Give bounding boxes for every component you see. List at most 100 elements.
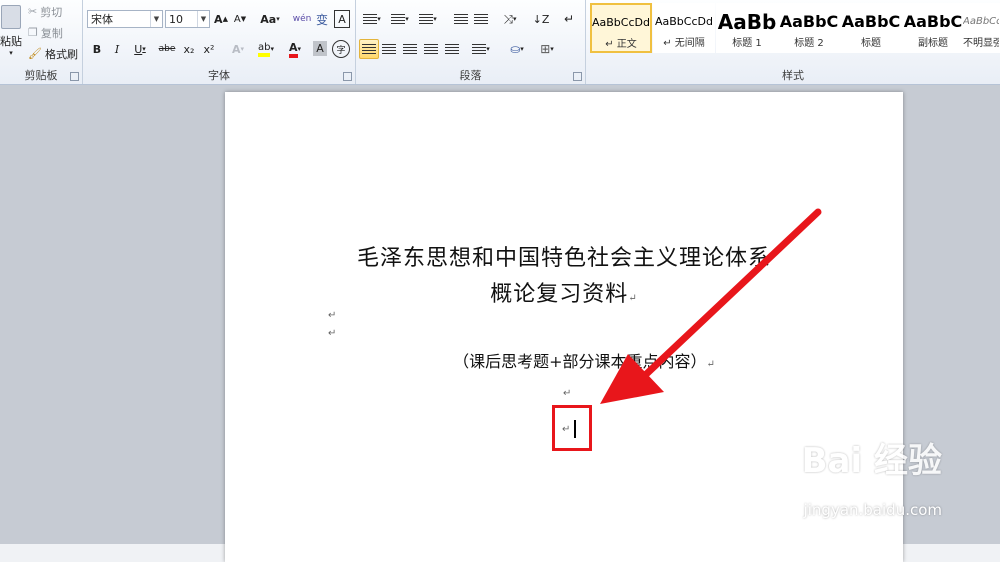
format-painter-label: 格式刷 [44,47,78,61]
style-subtitle[interactable]: AaBbC 副标题 [902,3,964,53]
style-sample: AaBbC [903,12,963,31]
style-name: 不明显强 [963,38,999,49]
paragraph-mark: ↵ [563,388,572,399]
sort-icon: ↓Z [532,12,550,26]
decrease-indent-icon [454,13,468,25]
copy-icon: ❐ [28,26,38,39]
underline-button[interactable]: U ▾ [129,40,151,58]
style-heading-2[interactable]: AaBbC 标题 2 [778,3,840,53]
multilevel-list-icon [419,13,434,25]
numbering-button[interactable]: ▾ [388,10,412,28]
style-name: 标题 [861,38,881,49]
style-sample: AaBbC [779,12,839,31]
font-group-label: 字体 [208,69,230,82]
style-subtle-emphasis[interactable]: AaBbCcDd 不明显强 [962,3,1000,53]
bold-button[interactable]: B [89,40,105,58]
char-shading-label: A [316,42,324,55]
change-case-button[interactable]: Aa ▾ [259,10,281,28]
line-spacing-icon [472,43,487,55]
paragraph-mark: ↵ [562,424,571,435]
align-right-icon [403,43,417,55]
styles-group-label: 样式 [782,69,804,82]
copy-button[interactable]: ❐ 复制 [28,24,63,41]
shrink-font-button[interactable]: A ▼ [233,10,247,28]
char-border-button[interactable]: A [334,10,350,28]
chevron-down-icon: ▼ [197,11,209,27]
style-sample: AaBbCcDd [963,16,999,27]
underline-label: U [134,42,143,56]
style-no-spacing[interactable]: AaBbCcDd ↵ 无间隔 [653,3,715,53]
line-spacing-button[interactable]: ▾ [468,40,494,58]
ribbon: 粘贴 ▾ ✂ 剪切 ❐ 复制 🖌 格式刷 剪贴板 宋体 ▼ 10 ▼ A ▲ A ▼… [0,0,1000,85]
style-heading-1[interactable]: AaBb 标题 1 [716,3,778,53]
shading-button[interactable]: ⛀ ▾ [504,40,530,58]
format-painter-button[interactable]: 🖌 格式刷 [28,45,78,62]
style-title[interactable]: AaBbC 标题 [840,3,902,53]
bold-label: B [92,42,102,56]
style-normal[interactable]: AaBbCcDd ↵ 正文 [590,3,652,53]
paragraph-group-label: 段落 [459,69,482,82]
paragraph-group: ▾ ▾ ▾ ⤨ ▾ ↓Z ↵ ▾ ⛀ ▾ ⊞ ▾ 段落 [356,0,586,84]
style-name: ↵ 无间隔 [663,38,705,49]
pilcrow-icon: ↵ [563,12,575,26]
watermark-url: jingyan.baidu.com [803,501,942,519]
paragraph-mark: ↵ [706,359,715,370]
sort-button[interactable]: ↓Z [532,10,550,28]
copy-label: 复制 [40,26,63,40]
char-border-label: A [338,12,346,26]
chinese-layout-icon: ⤨ [503,11,514,26]
subscript-button[interactable]: x₂ [181,40,197,58]
numbered-list-icon [391,13,406,25]
grow-font-button[interactable]: A ▲ [214,10,228,28]
highlight-button[interactable]: ab ▾ [253,40,279,58]
chinese-layout-button[interactable]: ⤨ ▾ [498,10,522,28]
bullets-button[interactable]: ▾ [360,10,384,28]
align-right-button[interactable] [401,40,419,58]
paint-bucket-icon: ⛀ [510,42,521,56]
doc-subtitle-text: （课后思考题+部分课本重点内容） [453,352,707,371]
distributed-icon [445,43,459,55]
multilevel-list-button[interactable]: ▾ [416,10,440,28]
font-color-button[interactable]: A ▾ [283,40,307,58]
baidu-watermark-logo: Bai 经验 [802,433,942,482]
decrease-indent-button[interactable] [452,10,470,28]
document-workspace: 毛泽东思想和中国特色社会主义理论体系 概论复习资料↵ ↵ ↵ （课后思考题+部分… [0,85,1000,562]
font-name-select[interactable]: 宋体 ▼ [87,10,163,28]
font-color-label: A [288,41,298,58]
style-sample: AaBbCcDd [592,16,650,29]
text-cursor [574,420,576,438]
distributed-button[interactable] [443,40,461,58]
align-left-button[interactable] [359,39,379,59]
enclose-char-button[interactable]: 字 [332,40,350,58]
cut-label: 剪切 [40,5,63,19]
scissors-icon: ✂ [28,5,38,18]
text-effect-button[interactable]: A ▾ [227,40,249,58]
pinyin-guide-button[interactable]: 变 [313,9,331,29]
clear-format-label: wén [292,14,312,24]
font-size-select[interactable]: 10 ▼ [165,10,210,28]
clear-format-button[interactable]: wén [292,9,312,29]
pinyin-guide-label: 变 [315,12,328,27]
cut-button[interactable]: ✂ 剪切 [28,3,62,20]
borders-button[interactable]: ⊞ ▾ [534,40,560,58]
document-page[interactable]: 毛泽东思想和中国特色社会主义理论体系 概论复习资料↵ ↵ ↵ （课后思考题+部分… [225,92,903,562]
font-dialog-launcher[interactable] [343,72,352,81]
char-shading-button[interactable]: A [313,41,327,56]
increase-indent-icon [474,13,488,25]
enclose-char-label: 字 [336,45,346,56]
paste-button[interactable]: 粘贴 ▾ [0,2,22,60]
superscript-button[interactable]: x² [201,40,217,58]
chevron-down-icon: ▼ [150,11,162,27]
paragraph-dialog-launcher[interactable] [573,72,582,81]
strikethrough-button[interactable]: abe [157,40,177,58]
justify-button[interactable] [422,40,440,58]
paragraph-mark: ↵ [328,328,337,339]
increase-indent-button[interactable] [472,10,490,28]
paragraph-mark: ↵ [328,310,337,321]
align-center-button[interactable] [380,40,398,58]
italic-button[interactable]: I [109,40,125,58]
doc-title-line-2-text: 概论复习资料 [490,282,629,307]
shrink-font-label: A [233,13,241,25]
show-marks-button[interactable]: ↵ [560,10,578,28]
clipboard-dialog-launcher[interactable] [70,72,79,81]
